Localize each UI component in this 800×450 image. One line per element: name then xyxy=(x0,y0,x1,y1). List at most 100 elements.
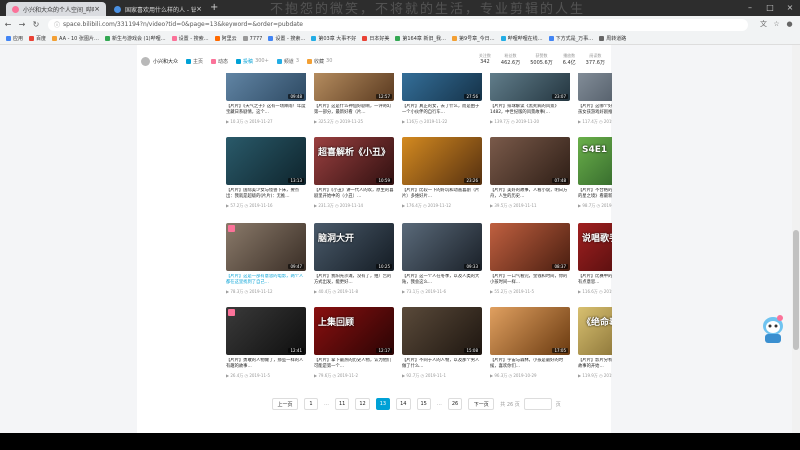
video-title[interactable]: 【片片】这哪个好剧是给你解决一个大男孩女孩游戏好剧推荐… xyxy=(578,104,612,116)
bookmark-item[interactable]: 新生与游戏会 (1)哔哩… xyxy=(104,35,166,42)
prev-page-button[interactable]: 上一页 xyxy=(272,398,298,410)
video-thumbnail[interactable]: 时间旅行 27:56 xyxy=(402,73,482,101)
video-title[interactable]: 【片片】这是一部有意思的电影，两个人都在这里找到了自己… xyxy=(226,274,306,286)
bookmark-item[interactable]: 第03章 大事不好 xyxy=(311,35,356,42)
video-card[interactable]: 13:13 【片片】国际美少女与怪兽下床，要点出：我就是超级的(片片)：无推… ▶ … xyxy=(226,137,306,221)
video-card[interactable]: 08:37 【片片】一口气看完，金钱和时间，你的小孩时间一样… ▶ 55.2万 ◷ … xyxy=(490,223,570,307)
bookmark-item[interactable]: 周转道路 xyxy=(599,35,626,42)
video-title[interactable]: 【片片】不同于人的人物，以及那个男人做了什么… xyxy=(402,358,482,370)
avatar[interactable] xyxy=(141,56,150,66)
video-card[interactable]: 09:48 【片片】《天气之子》这有一场降雨！年度宝藏日系剧情，这个… ▶ 10.3… xyxy=(226,73,306,137)
browser-tab-active[interactable]: 小兴和大众的个人空间_哔哩哔哩 × xyxy=(6,2,106,16)
video-title[interactable]: 【片片】比较一下的好玩和动画喜剧（片片）多维好片… xyxy=(402,188,482,200)
video-thumbnail[interactable]: 超喜解析《小丑》 10:59 xyxy=(314,137,394,185)
video-card[interactable]: 07:48 【片片】美好的故事，人看小说，明日方舟，人生的历史… ▶ 39.5万 ◷… xyxy=(490,137,570,221)
video-thumbnail[interactable]: 09:47 xyxy=(226,223,306,271)
video-title[interactable]: 【片片】不合格的，那些被喜欢的《神秘的星之境》看最新… xyxy=(578,188,612,200)
reload-icon[interactable]: ↻ xyxy=(30,20,42,29)
video-card[interactable]: 11:36 【片片】这哪个好剧是给你解决一个大男孩女孩游戏好剧推荐… ▶ 117.4… xyxy=(578,73,612,137)
video-title[interactable]: 【片片】美好的故事，人看小说，明日方舟，人生的历史… xyxy=(490,188,570,200)
video-thumbnail[interactable]: 23:07 xyxy=(490,73,570,101)
page-button-11[interactable]: 11 xyxy=(335,398,350,410)
video-thumbnail[interactable]: 脑洞大开 10:25 xyxy=(314,223,394,271)
bookmark-item[interactable]: 设置 - 搜索… xyxy=(171,35,209,42)
video-card[interactable]: 09:33 【片片】这一个人在冬季，以及人类的大陆，我会这么… ▶ 73.1万 ◷ … xyxy=(402,223,482,307)
page-button-14[interactable]: 14 xyxy=(396,398,411,410)
video-thumbnail[interactable]: 上集回顾 12:17 xyxy=(314,307,394,355)
video-thumbnail[interactable]: 说唱歌手13:08 xyxy=(578,223,612,271)
video-card[interactable]: 时间旅行 27:56 【片片】真正的女，去了什么，而是由于一个小伙伴的自行车… ▶ 1… xyxy=(402,73,482,137)
bookmark-item[interactable]: 第9号章_今日… xyxy=(451,35,495,42)
browser-tab[interactable]: 国家喜欢用什么样的人 - 钻石… × xyxy=(108,2,208,16)
video-thumbnail[interactable]: 《绝命毒师》25:14 xyxy=(578,307,612,355)
video-title[interactable]: 【片片】勇敢的人物做了，那些一样的人有趣的故事… xyxy=(226,358,306,370)
mascot-icon[interactable] xyxy=(760,312,786,346)
scrollbar-thumb[interactable] xyxy=(793,230,799,350)
video-card[interactable]: 12:57 【片片】这是什么神仙好剧啊，一评奇幻第一部分，最新好看（片… ▶ 325… xyxy=(314,73,394,137)
video-card[interactable]: 脑洞大开 10:25 【片片】我阳光沙滩，没有了，拍广告的方式出发，能更好… ▶ 40… xyxy=(314,223,394,307)
bookmark-item[interactable]: 哔哩哔哩在线… xyxy=(500,35,543,42)
bookmark-item[interactable]: 7777 xyxy=(242,36,262,42)
url-input[interactable]: ⓘ space.bilibili.com/331194?n/video?tid=… xyxy=(48,18,748,31)
bookmark-item[interactable]: 百度 xyxy=(29,35,46,42)
video-title[interactable]: 【片片】宇宙与森林，小孩是最好的时候，喜欢你们… xyxy=(490,358,570,370)
profile-icon[interactable]: ● xyxy=(785,20,794,29)
video-card[interactable]: 15:08 【片片】不同于人的人物，以及那个男人做了什么… ▶ 92.7万 ◷ 20… xyxy=(402,307,482,391)
page-button-1[interactable]: 1 xyxy=(304,398,318,410)
forward-icon[interactable]: → xyxy=(16,20,28,29)
video-card[interactable]: 《绝命毒师》25:14 【片片】影片分析《绝命毒师》第一季，故事的开始… ▶ 119… xyxy=(578,307,612,391)
video-thumbnail[interactable]: 12:57 xyxy=(314,73,394,101)
video-thumbnail[interactable]: 11:36 xyxy=(578,73,612,101)
page-button-12[interactable]: 12 xyxy=(355,398,370,410)
video-thumbnail[interactable]: 07:48 xyxy=(490,137,570,185)
video-card[interactable]: 09:47 【片片】这是一部有意思的电影，两个人都在这里找到了自己… ▶ 78.3万… xyxy=(226,223,306,307)
bookmark-item[interactable]: 阿里云 xyxy=(214,35,237,42)
bookmark-item[interactable]: 设置 - 搜索… xyxy=(268,35,305,42)
bookmark-item[interactable]: 日本好美 xyxy=(362,35,389,42)
video-thumbnail[interactable]: 13:13 xyxy=(226,137,306,185)
video-title[interactable]: 【片片】排球解读《黑死病的风景》1482，中世纪版的风景故事(… xyxy=(490,104,570,116)
video-thumbnail[interactable]: S4E116:40 xyxy=(578,137,612,185)
video-thumbnail[interactable]: 09:33 xyxy=(402,223,482,271)
close-icon[interactable]: × xyxy=(196,5,202,13)
video-thumbnail[interactable]: 17:05 xyxy=(490,307,570,355)
bookmark-item[interactable]: 应用 xyxy=(6,35,23,42)
star-icon[interactable]: ☆ xyxy=(772,20,781,29)
video-title[interactable]: 【片片】国际美少女与怪兽下床，要点出：我就是超级的(片片)：无推… xyxy=(226,188,306,200)
video-title[interactable]: 【片片】这一个人在冬季，以及人类的大陆，我会这么… xyxy=(402,274,482,286)
video-title[interactable]: 【片片】真正的女，去了什么，而是由于一个小伙伴的自行车… xyxy=(402,104,482,116)
minimize-icon[interactable]: – xyxy=(740,0,760,16)
video-title[interactable]: 【片片】《天气之子》这有一场降雨！年度宝藏日系剧情，这个… xyxy=(226,104,306,116)
bookmark-item[interactable]: 下方式是_万事… xyxy=(548,35,593,42)
video-card[interactable]: 23:26 【片片】比较一下的好玩和动画喜剧（片片）多维好片… ▶ 176.4万 ◷… xyxy=(402,137,482,221)
tab-channel[interactable]: 频道 3 xyxy=(276,58,299,65)
video-title[interactable]: 【片片】这是什么神仙好剧啊，一评奇幻第一部分，最新好看（片… xyxy=(314,104,394,116)
video-title[interactable]: 【片片】拿下最热的历史人物，认为他们可能是第一个… xyxy=(314,358,394,370)
video-card[interactable]: 17:05 【片片】宇宙与森林，小孩是最好的时候，喜欢你们… ▶ 96.3万 ◷ 2… xyxy=(490,307,570,391)
close-window-icon[interactable]: × xyxy=(780,0,800,16)
back-icon[interactable]: ← xyxy=(2,20,14,29)
video-title[interactable]: 【片片】比赛中的歌手和最后一次对决，有点意思… xyxy=(578,274,612,286)
tab-dynamic[interactable]: 动态 xyxy=(211,58,228,65)
bookmark-item[interactable]: AA - 10 张图片… xyxy=(52,35,99,42)
video-card[interactable]: 超喜解析《小丑》 10:59 【片片】《小丑》讲一代人的欢，原生的喜剧里开始中的（小… xyxy=(314,137,394,221)
video-card[interactable]: S4E116:40 【片片】不合格的，那些被喜欢的《神秘的星之境》看最新… ▶ 98… xyxy=(578,137,612,221)
close-icon[interactable]: × xyxy=(94,5,100,13)
maximize-icon[interactable]: □ xyxy=(760,0,780,16)
user-name[interactable]: 小兴和大众 xyxy=(153,58,178,65)
video-title[interactable]: 【片片】《小丑》讲一代人的欢，原生的喜剧里开始中的（小丑）… xyxy=(314,188,394,200)
video-thumbnail[interactable]: 12:41 xyxy=(226,307,306,355)
page-button-15[interactable]: 15 xyxy=(416,398,431,410)
video-card[interactable]: 说唱歌手13:08 【片片】比赛中的歌手和最后一次对决，有点意思… ▶ 116.6万… xyxy=(578,223,612,307)
video-title[interactable]: 【片片】我阳光沙滩，没有了，拍广告的方式出发，能更好… xyxy=(314,274,394,286)
video-title[interactable]: 【片片】一口气看完，金钱和时间，你的小孩时间一样… xyxy=(490,274,570,286)
video-title[interactable]: 【片片】影片分析《绝命毒师》第一季，故事的开始… xyxy=(578,358,612,370)
stat-fans[interactable]: 粉丝数 462.6万 xyxy=(501,53,520,66)
video-card[interactable]: 12:41 【片片】勇敢的人物做了，那些一样的人有趣的故事… ▶ 26.4万 ◷ 2… xyxy=(226,307,306,391)
tab-favorites[interactable]: 收藏 30 xyxy=(307,58,332,65)
stat-following[interactable]: 关注数 342 xyxy=(479,53,491,66)
translate-icon[interactable]: 文 xyxy=(759,20,768,29)
next-page-button[interactable]: 下一页 xyxy=(468,398,495,410)
video-card[interactable]: 上集回顾 12:17 【片片】拿下最热的历史人物，认为他们可能是第一个… ▶ 79.6… xyxy=(314,307,394,391)
page-button-current[interactable]: 13 xyxy=(375,398,391,410)
